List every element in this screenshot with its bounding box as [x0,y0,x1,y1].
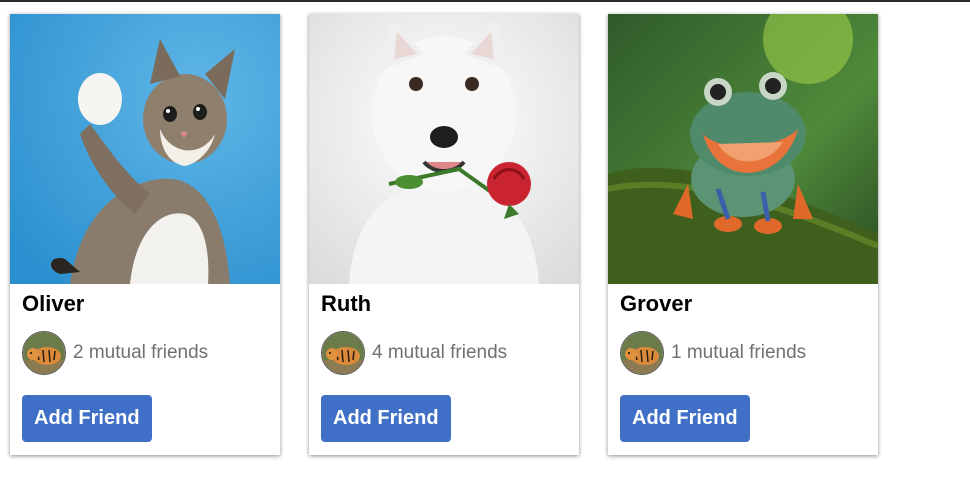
tiger-avatar-icon [22,331,66,375]
friend-name: Grover [620,291,693,316]
friend-suggestions: Oliver 2 mutual friends Add Friend Ruth … [10,14,878,455]
cat-photo [10,14,280,284]
mutual-friends-count: 4 mutual friends [372,342,508,363]
mutual-friends-count: 2 mutual friends [73,342,209,363]
add-friend-button[interactable]: Add Friend [620,395,750,442]
friend-card: Oliver 2 mutual friends Add Friend [10,14,280,455]
mutual-friends-count: 1 mutual friends [671,342,807,363]
frog-photo [608,14,878,284]
dog-photo [309,14,579,284]
tiger-avatar-icon [620,331,664,375]
friend-card: Grover 1 mutual friends Add Friend [608,14,878,455]
top-divider [0,0,970,2]
mutual-friends: 4 mutual friends [321,330,507,376]
mutual-friends: 2 mutual friends [22,330,208,376]
friend-name: Ruth [321,291,372,316]
add-friend-button[interactable]: Add Friend [321,395,451,442]
mutual-friends: 1 mutual friends [620,330,806,376]
add-friend-button[interactable]: Add Friend [22,395,152,442]
friend-card: Ruth 4 mutual friends Add Friend [309,14,579,455]
tiger-avatar-icon [321,331,365,375]
friend-name: Oliver [22,291,85,316]
